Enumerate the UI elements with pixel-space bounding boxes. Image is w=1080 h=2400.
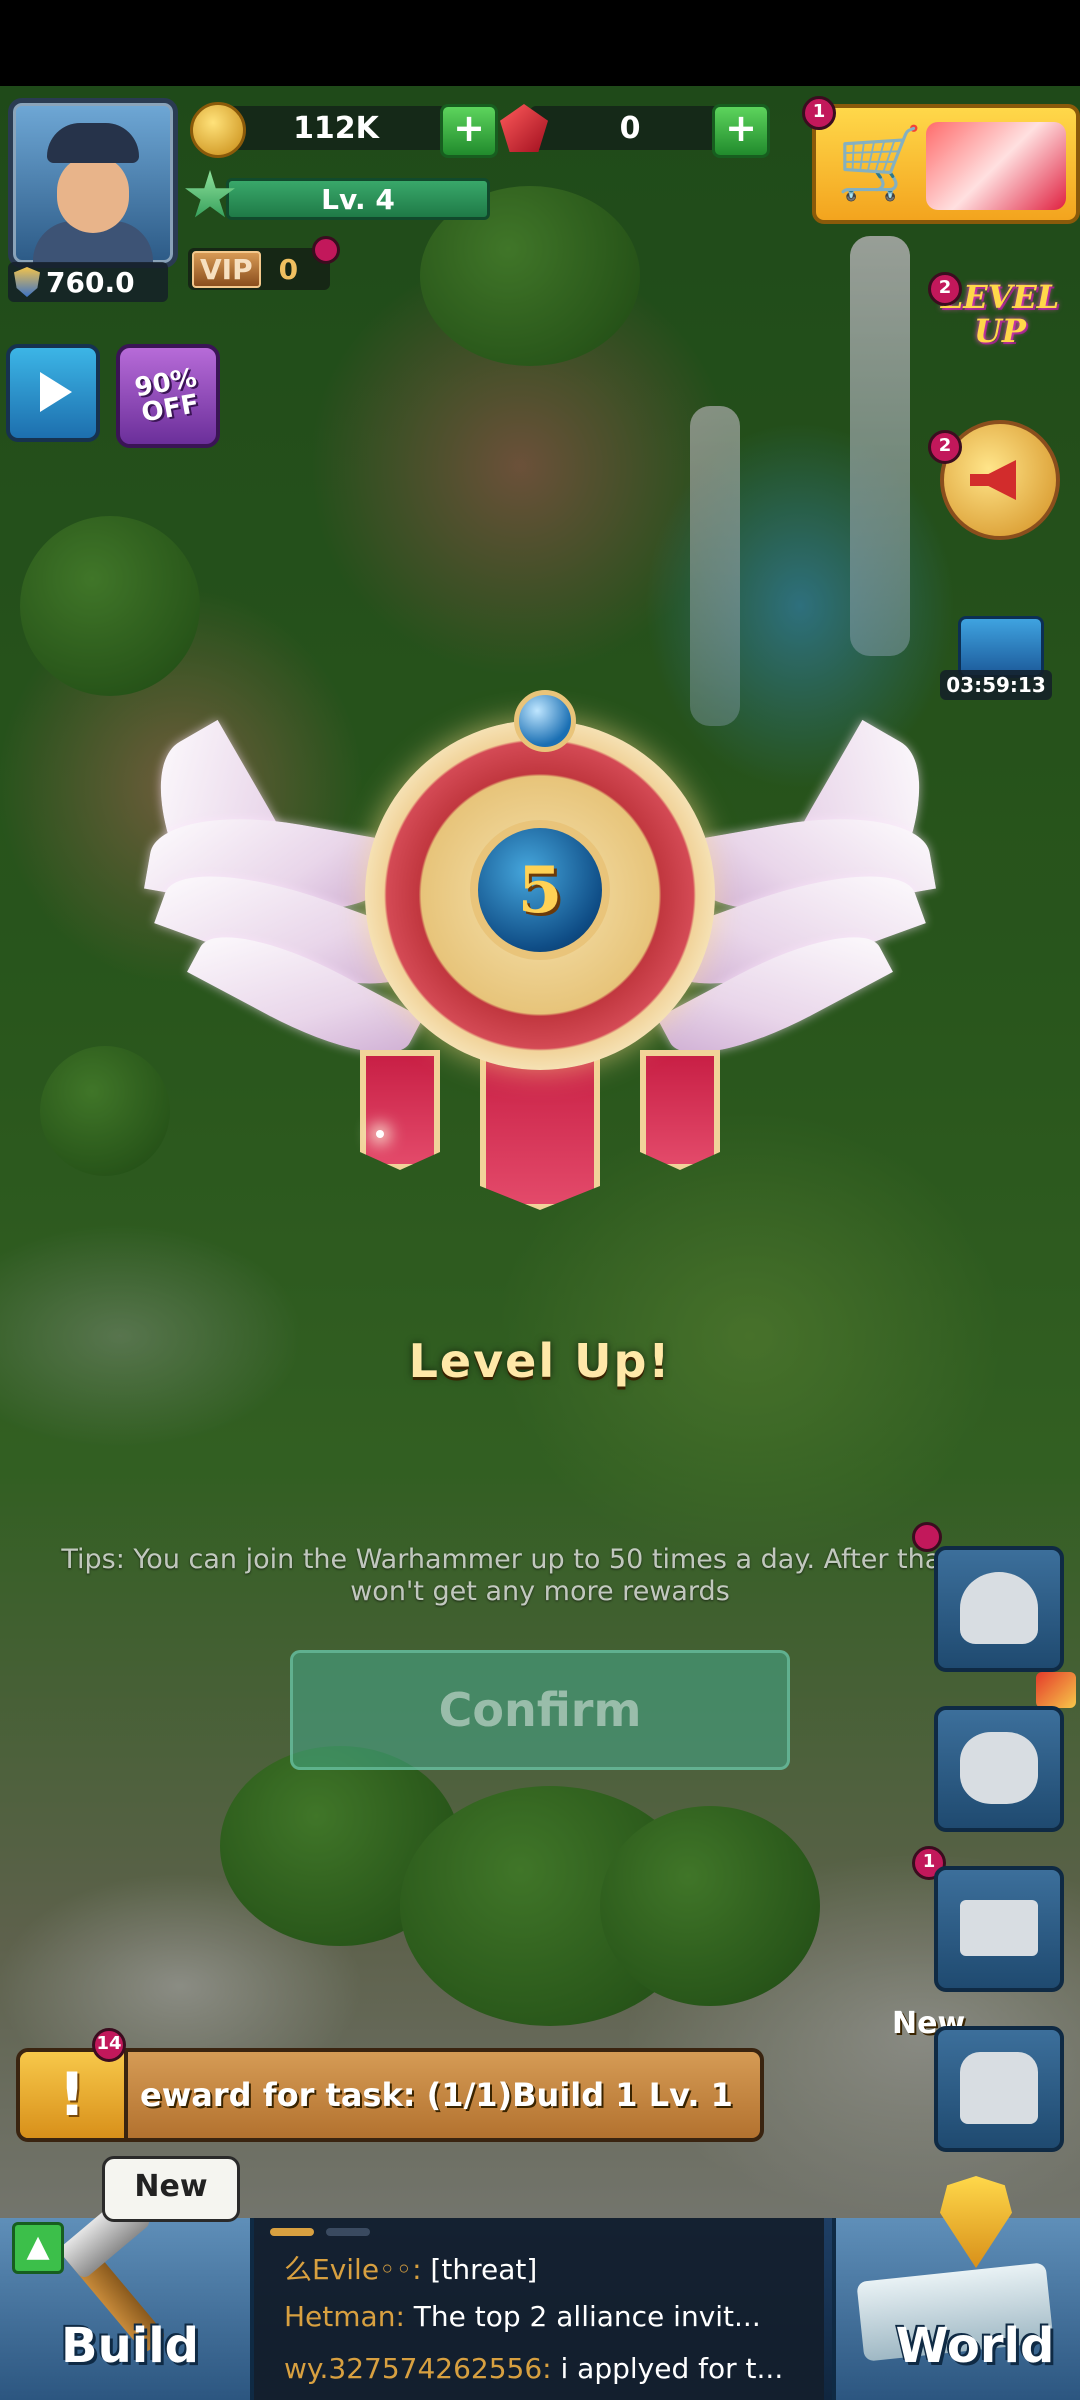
level-up-title: Level Up! [408, 1334, 672, 1388]
vip-status[interactable]: VIP 0 [188, 248, 330, 290]
chat-text: [threat] [430, 2253, 538, 2286]
gift-pack-icon [926, 122, 1066, 210]
chat-text: i applyed for t... [560, 2352, 784, 2385]
add-gems-button[interactable]: + [712, 104, 770, 158]
avatar-face [57, 155, 129, 233]
timed-chest-button[interactable] [948, 586, 1058, 678]
chat-message: wy.327574262556: i applyed for t... [284, 2352, 824, 2385]
chat-text: The top 2 alliance invit... [413, 2300, 761, 2333]
player-level: Lv. 4 [321, 182, 395, 216]
gift-icon [1036, 1672, 1076, 1708]
level-number-badge: 5 [470, 820, 610, 960]
new-level-number: 5 [517, 852, 563, 928]
chat-message: Hetman: The top 2 alliance invit... [284, 2300, 824, 2333]
shield-icon [14, 267, 40, 297]
gem-counter: 0 [530, 106, 730, 150]
announcement-badge: 2 [928, 430, 962, 464]
backpack-icon [960, 2052, 1038, 2124]
handshake-icon [960, 1732, 1038, 1804]
build-label: Build [60, 2318, 200, 2374]
chat-page-indicator [270, 2228, 370, 2236]
mail-button[interactable] [934, 1866, 1064, 1992]
ribbon-left [360, 1050, 440, 1170]
gold-coin-icon [190, 102, 246, 158]
upgrade-arrow-icon: ▲ [12, 2222, 64, 2274]
shop-badge: 1 [802, 96, 836, 130]
status-bar [0, 0, 1080, 86]
power-value: 760.0 [46, 265, 135, 299]
avatar-cap [47, 123, 139, 163]
gem-value: 0 [619, 110, 641, 146]
exclamation-icon: ! [20, 2052, 128, 2138]
cart-icon: 🛒 [836, 122, 924, 204]
tips-text: Tips: You can join the Warhammer up to 5… [61, 1544, 1019, 1607]
chest-icon [958, 616, 1044, 678]
ribbon-center [480, 1050, 600, 1210]
vip-level: 0 [278, 252, 299, 286]
gold-value: 112K [293, 110, 379, 146]
badge-gem [514, 690, 576, 752]
helmet-icon [960, 1572, 1038, 1644]
discount-offer-button[interactable]: 90% OFF [116, 344, 220, 448]
video-reward-button[interactable] [6, 344, 100, 442]
alliance-button[interactable] [934, 1706, 1064, 1832]
chat-panel[interactable]: 么Evile◦◦: [threat] Hetman: The top 2 all… [254, 2218, 824, 2400]
player-avatar[interactable] [8, 98, 178, 268]
vip-notification-dot [312, 236, 340, 264]
confirm-label: Confirm [438, 1683, 642, 1737]
chat-sender: 么Evile◦◦: [284, 2253, 422, 2286]
hammer-icon [40, 2191, 200, 2354]
task-text: eward for task: (1/1)Build 1 Lv. 1 [140, 2076, 733, 2114]
chest-timer: 03:59:13 [940, 670, 1052, 700]
chat-sender: Hetman: [284, 2300, 405, 2333]
world-label: World [895, 2318, 1055, 2374]
task-count-badge: 14 [92, 2028, 126, 2062]
troops-button[interactable] [934, 1546, 1064, 1672]
discount-label: 90% OFF [132, 363, 202, 429]
power-display: 760.0 [8, 262, 168, 302]
level-up-emblem: 5 [122, 690, 958, 1270]
confirm-button[interactable]: Confirm [290, 1650, 790, 1770]
task-bar[interactable]: ! eward for task: (1/1)Build 1 Lv. 1 [16, 2048, 764, 2142]
build-new-bubble: New [102, 2156, 240, 2222]
helmet-notification-dot [912, 1522, 942, 1552]
backpack-button[interactable] [934, 2026, 1064, 2152]
envelope-icon [960, 1900, 1038, 1956]
add-gold-button[interactable]: + [440, 104, 498, 158]
levelup-event-badge: 2 [928, 272, 962, 306]
chat-sender: wy.327574262556: [284, 2352, 552, 2385]
ribbon-right [640, 1050, 720, 1170]
gold-counter: 112K [226, 106, 446, 150]
chat-message: 么Evile◦◦: [threat] [284, 2248, 824, 2288]
vip-label: VIP [192, 250, 261, 288]
sparkle [376, 1130, 384, 1138]
player-level-bar: Lv. 4 [226, 178, 490, 220]
shop-button[interactable]: 🛒 [812, 104, 1080, 224]
